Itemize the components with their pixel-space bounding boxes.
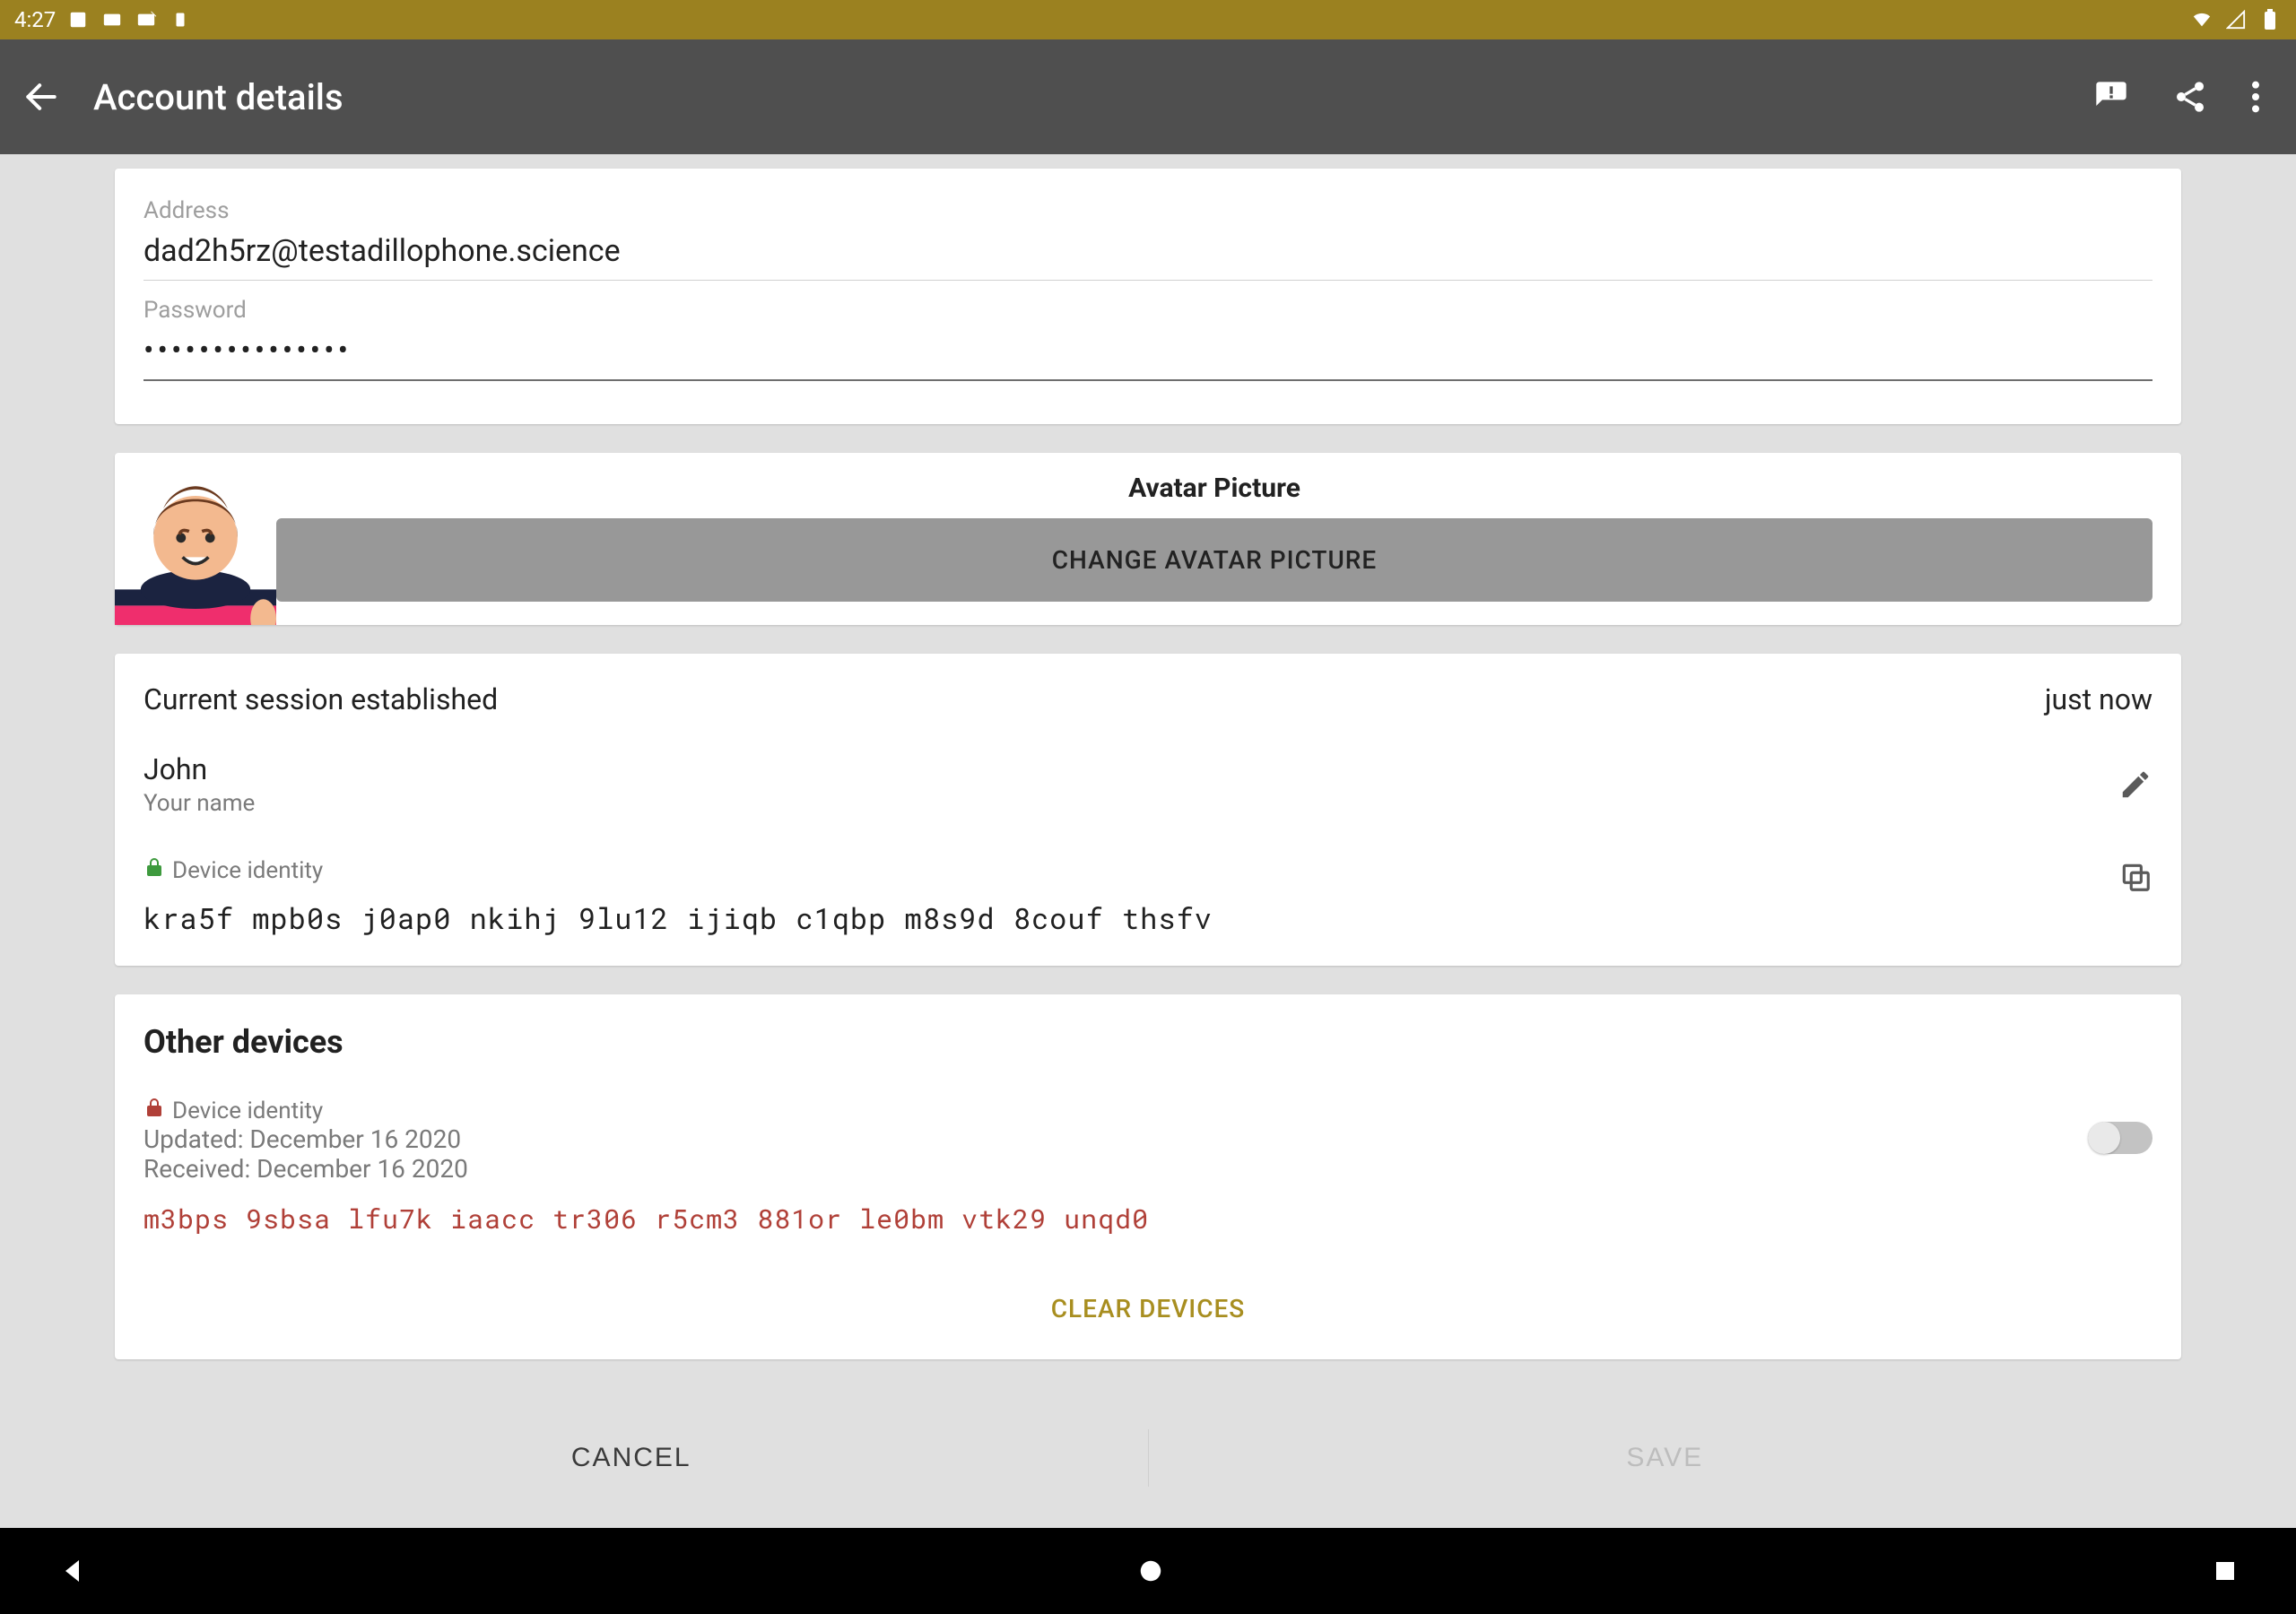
session-card: Current session established just now Joh… bbox=[115, 654, 2181, 966]
notification-icon-a bbox=[66, 8, 90, 31]
other-device-updated: Updated: December 16 2020 bbox=[144, 1124, 1149, 1154]
notification-icon-d bbox=[169, 8, 192, 31]
session-status-text: Current session established bbox=[144, 682, 498, 716]
other-devices-title: Other devices bbox=[144, 1023, 2152, 1061]
app-bar: Account details bbox=[0, 39, 2296, 154]
edit-name-button[interactable] bbox=[2118, 768, 2152, 802]
feedback-icon bbox=[2093, 79, 2129, 115]
password-label: Password bbox=[144, 297, 2152, 324]
copy-icon bbox=[2118, 860, 2152, 894]
battery-icon bbox=[2258, 8, 2282, 31]
notification-icon-c bbox=[135, 8, 158, 31]
other-device-identity-label: Device identity bbox=[172, 1098, 323, 1124]
nav-recents-button[interactable] bbox=[2212, 1558, 2239, 1584]
cancel-button[interactable]: CANCEL bbox=[115, 1410, 1148, 1506]
notification-icon-b bbox=[100, 8, 124, 31]
other-device-received: Received: December 16 2020 bbox=[144, 1154, 1149, 1184]
back-button[interactable] bbox=[22, 77, 93, 117]
nav-back-button[interactable] bbox=[57, 1555, 90, 1587]
device-identity-label: Device identity bbox=[172, 857, 323, 884]
change-avatar-button[interactable]: CHANGE AVATAR PICTURE bbox=[276, 518, 2152, 602]
address-label: Address bbox=[144, 197, 2152, 224]
clear-devices-button[interactable]: CLEAR DEVICES bbox=[144, 1280, 2152, 1338]
pencil-icon bbox=[2118, 768, 2152, 802]
share-button[interactable] bbox=[2172, 79, 2208, 115]
overflow-menu-button[interactable] bbox=[2251, 79, 2260, 115]
share-icon bbox=[2172, 79, 2208, 115]
display-name: John bbox=[144, 752, 255, 786]
nav-home-button[interactable] bbox=[1137, 1558, 1164, 1584]
wifi-icon bbox=[2190, 8, 2213, 31]
more-vert-icon bbox=[2251, 79, 2260, 115]
status-time: 4:27 bbox=[14, 7, 56, 32]
system-nav-bar bbox=[0, 1528, 2296, 1614]
page-title: Account details bbox=[93, 76, 344, 118]
address-input[interactable]: dad2h5rz@testadillophone.science bbox=[144, 224, 2152, 281]
signal-icon bbox=[2224, 8, 2248, 31]
toggle-knob bbox=[2088, 1122, 2120, 1154]
lock-icon-red bbox=[144, 1097, 165, 1124]
other-device-trust-toggle[interactable] bbox=[2088, 1122, 2152, 1154]
lock-icon bbox=[144, 856, 165, 884]
password-input[interactable]: ••••••••••••••• bbox=[144, 324, 2152, 381]
other-device-fingerprint: m3bps 9sbsa lfu7k iaacc tr306 r5cm3 881o… bbox=[144, 1202, 1149, 1237]
credentials-card: Address dad2h5rz@testadillophone.science… bbox=[115, 169, 2181, 424]
session-status-time: just now bbox=[2045, 682, 2152, 716]
other-devices-card: Other devices Device identity Updated: D… bbox=[115, 994, 2181, 1359]
avatar-card: Avatar Picture CHANGE AVATAR PICTURE bbox=[115, 453, 2181, 625]
bottom-action-bar: CANCEL SAVE bbox=[115, 1410, 2181, 1506]
nav-recents-icon bbox=[2212, 1558, 2239, 1584]
display-name-hint: Your name bbox=[144, 790, 255, 817]
device-fingerprint: kra5f mpb0s j0ap0 nkihj 9lu12 ijiqb c1qb… bbox=[144, 898, 1213, 937]
status-bar: 4:27 bbox=[0, 0, 2296, 39]
save-button[interactable]: SAVE bbox=[1149, 1410, 2182, 1506]
nav-back-icon bbox=[57, 1555, 90, 1587]
feedback-button[interactable] bbox=[2093, 79, 2129, 115]
avatar-section-title: Avatar Picture bbox=[276, 464, 2152, 518]
copy-fingerprint-button[interactable] bbox=[2118, 860, 2152, 894]
nav-home-icon bbox=[1137, 1558, 1164, 1584]
avatar bbox=[115, 464, 276, 625]
arrow-left-icon bbox=[22, 77, 61, 117]
